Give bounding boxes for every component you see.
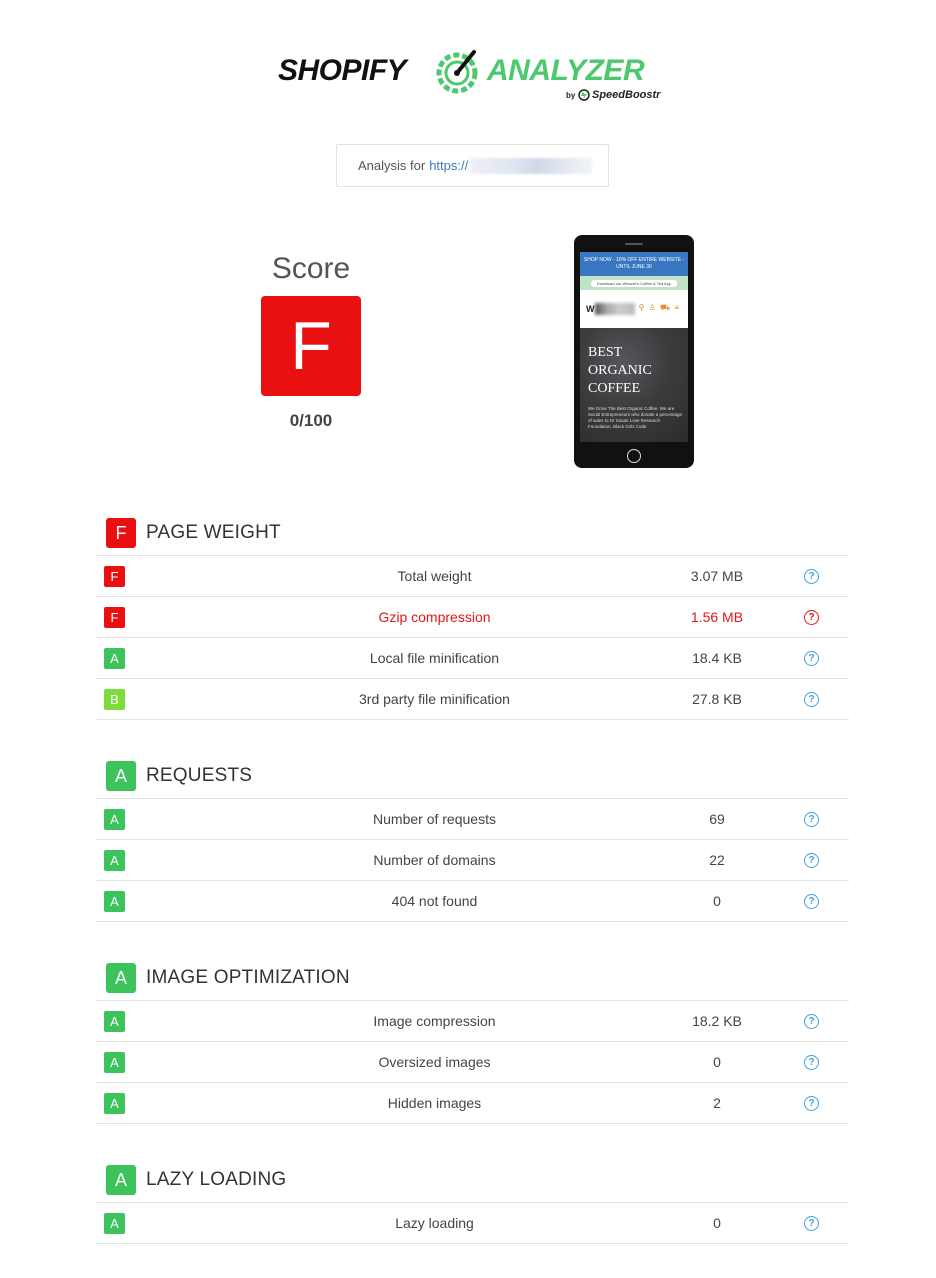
- table-row: A Number of domains 22?: [96, 840, 849, 881]
- row-grade-badge: F: [104, 566, 125, 587]
- section-grade-badge: A: [106, 963, 136, 993]
- table-row: B 3rd party file minification 27.8 KB?: [96, 679, 849, 720]
- speedboostr-icon: [578, 89, 590, 101]
- help-icon[interactable]: ?: [804, 1014, 819, 1029]
- section-title: LAZY LOADING: [146, 1169, 287, 1190]
- row-grade-badge: A: [104, 1011, 125, 1032]
- row-value: 1.56 MB: [690, 609, 744, 625]
- preview-nav-icons: ⚲ ♙ ⛟ ≡: [638, 303, 680, 312]
- row-grade-badge: A: [104, 1093, 125, 1114]
- section-table-image-optimization: A Image compression 18.2 KB? A Oversized ima…: [96, 1000, 849, 1124]
- section-title: PAGE WEIGHT: [146, 522, 281, 543]
- table-row: A Image compression 18.2 KB?: [96, 1001, 849, 1042]
- table-row: F Total weight 3.07 MB?: [96, 556, 849, 597]
- row-value: 2: [713, 1095, 721, 1111]
- row-label: Oversized images: [378, 1054, 491, 1070]
- row-label: 404 not found: [391, 893, 478, 909]
- table-row: A Hidden images 2?: [96, 1083, 849, 1124]
- preview-hero-text: We Grow The Best Organic Coffee. We are …: [588, 406, 683, 429]
- mobile-preview: SHOP NOW - 10% OFF ENTIRE WEBSITE - UNTI…: [574, 235, 694, 468]
- row-label: Gzip compression: [378, 609, 491, 625]
- shopify-analyzer-logo: SHOPIFY ANALYZER by SpeedBoostr: [0, 44, 936, 104]
- section-table-page-weight: F Total weight 3.07 MB? F Gzip compression 1.…: [96, 555, 849, 720]
- section-grade-badge: A: [106, 761, 136, 791]
- help-icon[interactable]: ?: [804, 812, 819, 827]
- row-label: Lazy loading: [395, 1215, 474, 1231]
- row-label: Hidden images: [387, 1095, 482, 1111]
- section-header-lazy-loading: A LAZY LOADING: [106, 1164, 286, 1196]
- table-row: A 404 not found 0?: [96, 881, 849, 922]
- logo-analyzer-text: ANALYZER: [487, 54, 645, 87]
- row-grade-badge: B: [104, 689, 125, 710]
- help-icon[interactable]: ?: [804, 853, 819, 868]
- row-label: Number of requests: [373, 811, 496, 827]
- logo-shopify-text: SHOPIFY: [278, 54, 407, 87]
- row-value: 27.8 KB: [692, 691, 742, 707]
- section-title: REQUESTS: [146, 765, 253, 786]
- row-label: Number of domains: [373, 852, 496, 868]
- row-value: 18.2 KB: [692, 1013, 742, 1029]
- analysis-url-link[interactable]: https://: [429, 158, 468, 173]
- row-grade-badge: A: [104, 891, 125, 912]
- section-grade-badge: A: [106, 1165, 136, 1195]
- phone-speaker: [625, 243, 643, 245]
- help-icon[interactable]: ?: [804, 1055, 819, 1070]
- preview-nav: W ⚲ ♙ ⛟ ≡: [580, 290, 688, 328]
- section-table-requests: A Number of requests 69? A Number of domains…: [96, 798, 849, 922]
- preview-brand-initial: W: [586, 304, 595, 314]
- table-row: A Lazy loading 0?: [96, 1203, 849, 1244]
- preview-brand-redacted: [594, 303, 635, 315]
- row-grade-badge: A: [104, 648, 125, 669]
- help-icon[interactable]: ?: [804, 1096, 819, 1111]
- preview-app-bar: Download our Weaver's Coffee & Tea App: [580, 276, 688, 290]
- preview-app-button: Download our Weaver's Coffee & Tea App: [590, 279, 678, 287]
- help-icon[interactable]: ?: [804, 894, 819, 909]
- preview-banner: SHOP NOW - 10% OFF ENTIRE WEBSITE - UNTI…: [580, 252, 688, 276]
- row-grade-badge: A: [104, 809, 125, 830]
- help-icon[interactable]: ?: [804, 651, 819, 666]
- row-value: 69: [709, 811, 725, 827]
- logo-by-text: by: [566, 91, 576, 100]
- row-value: 0: [713, 893, 721, 909]
- phone-screen: SHOP NOW - 10% OFF ENTIRE WEBSITE - UNTI…: [580, 252, 688, 442]
- help-icon[interactable]: ?: [804, 1216, 819, 1231]
- section-grade-badge: F: [106, 518, 136, 548]
- section-header-image-optimization: A IMAGE OPTIMIZATION: [106, 962, 350, 994]
- table-row: A Oversized images 0?: [96, 1042, 849, 1083]
- row-label: 3rd party file minification: [359, 691, 510, 707]
- score-label: Score: [271, 252, 351, 285]
- preview-hero: BEST ORGANIC COFFEE We Grow The Best Org…: [580, 328, 688, 442]
- section-table-lazy-loading: A Lazy loading 0?: [96, 1202, 849, 1244]
- table-row: A Local file minification 18.4 KB?: [96, 638, 849, 679]
- score-grade-badge: F: [261, 296, 361, 396]
- row-label: Total weight: [397, 568, 472, 584]
- table-row: F Gzip compression 1.56 MB?: [96, 597, 849, 638]
- gauge-icon: [436, 50, 478, 94]
- row-value: 0: [713, 1054, 721, 1070]
- redacted-url: [470, 157, 593, 174]
- row-value: 0: [713, 1215, 721, 1231]
- section-title: IMAGE OPTIMIZATION: [146, 967, 350, 988]
- help-icon[interactable]: ?: [804, 569, 819, 584]
- logo-brand-text: SpeedBoostr: [592, 89, 661, 101]
- row-label: Local file minification: [369, 650, 500, 666]
- row-value: 22: [709, 852, 725, 868]
- row-grade-badge: A: [104, 850, 125, 871]
- help-icon[interactable]: ?: [804, 692, 819, 707]
- row-label: Image compression: [373, 1013, 496, 1029]
- row-grade-badge: F: [104, 607, 125, 628]
- analysis-label: Analysis for: [358, 158, 426, 173]
- row-grade-badge: A: [104, 1213, 125, 1234]
- section-header-page-weight: F PAGE WEIGHT: [106, 517, 281, 549]
- row-value: 18.4 KB: [692, 650, 742, 666]
- phone-home-button: [627, 449, 641, 463]
- row-grade-badge: A: [104, 1052, 125, 1073]
- table-row: A Number of requests 69?: [96, 799, 849, 840]
- preview-hero-title: BEST ORGANIC COFFEE: [588, 345, 652, 396]
- analysis-url-box: Analysis for https://: [336, 144, 609, 187]
- row-value: 3.07 MB: [690, 568, 744, 584]
- help-icon[interactable]: ?: [804, 610, 819, 625]
- section-header-requests: A REQUESTS: [106, 760, 252, 792]
- score-value: 0/100: [289, 411, 333, 430]
